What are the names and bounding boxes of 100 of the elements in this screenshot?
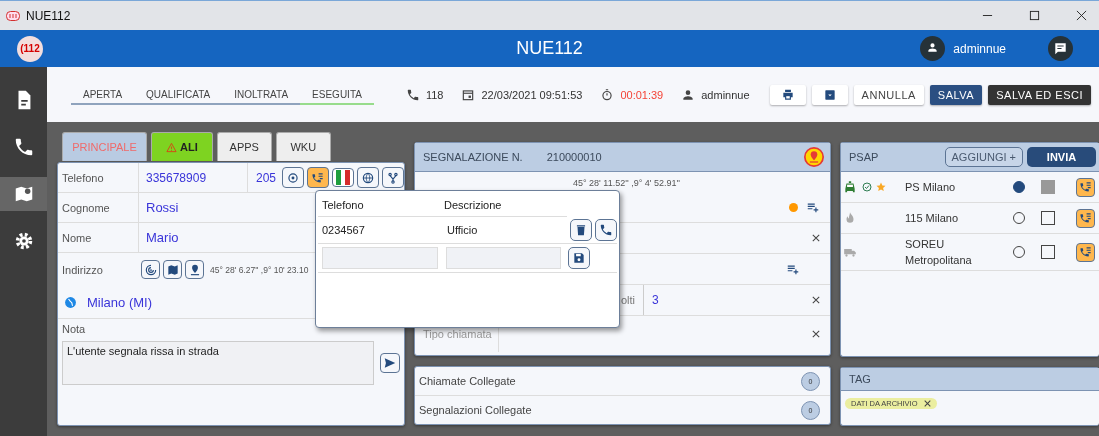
location-button[interactable] [282,167,304,188]
app-title: NUE112 [516,38,583,59]
app-logo-icon [6,10,20,21]
add-list-icon[interactable] [786,262,800,276]
cancel-button[interactable]: ANNULLA [853,84,924,105]
psap-row[interactable]: PS Milano [841,172,1099,203]
map-button[interactable] [163,260,182,279]
globe-icon [64,295,77,309]
field-label: Telefono [62,163,139,192]
user-icon [681,87,696,102]
archive-button[interactable] [811,84,848,105]
phone-icon [405,87,420,102]
tab[interactable]: ALI [151,132,213,161]
status-dot-icon [789,202,798,212]
calendar-icon [461,87,476,102]
count-value: 3 [652,293,659,307]
call-number: 118 [425,88,444,101]
psap-row[interactable]: SOREU Metropolitana [841,234,1099,271]
globe-button[interactable] [357,167,379,188]
field-value: Rossi [145,200,179,215]
note-label: Nota [62,323,87,335]
archive-icon [822,87,837,102]
tab[interactable]: APPS [216,132,272,161]
status-step[interactable]: APERTA [71,84,135,105]
save-button[interactable]: SALVA [929,84,983,105]
field-value: Mario [145,230,179,245]
field-label: Nome [62,223,139,252]
checkbox[interactable] [1041,211,1055,225]
status-step[interactable]: ESEGUITA [300,84,374,105]
save-button[interactable] [568,247,590,269]
app-logo: (112 [17,35,43,62]
phone-list-button[interactable] [1076,208,1095,228]
tag-title: TAG [849,373,871,385]
linked-label: Chiamate Collegate [419,375,516,387]
tab[interactable]: WKU [275,132,331,161]
phone-list-icon [311,170,325,185]
user-avatar-icon[interactable] [920,36,946,61]
report-title: SEGNALAZIONE N. [423,151,523,163]
warning-icon [166,141,177,153]
phone-list-icon [1078,211,1093,225]
close-icon[interactable] [1076,10,1087,21]
call-timer: 00:01:39 [620,88,664,101]
radio-button[interactable] [1013,181,1025,193]
status-step[interactable]: QUALIFICATA [134,84,223,105]
psap-name: SOREU Metropolitana [905,237,973,268]
delete-button[interactable] [570,219,592,241]
checkbox[interactable] [1041,245,1055,259]
table-cell-text: 0234567 [322,224,366,236]
note-field[interactable]: L'utente segnala rissa in strada [62,341,374,385]
extension-value: 205 [246,163,276,192]
clear-icon[interactable] [812,330,820,338]
coordinates-text: 45° 28' 11.52'' ,9° 4' 52.91'' [573,178,680,188]
chat-icon[interactable] [1048,36,1073,61]
fork-button[interactable] [382,167,404,188]
phone-value: 335678909 [145,170,207,185]
clear-icon[interactable] [812,296,820,304]
location-pin-icon[interactable] [804,147,824,167]
phone-list-button[interactable] [1076,242,1095,262]
psap-title: PSAP [849,151,879,163]
description-input-field[interactable] [446,247,561,269]
field-label: Cognome [62,193,139,222]
add-button[interactable]: AGGIUNGI + [944,147,1023,167]
print-icon [780,87,795,102]
checkbox[interactable] [1041,180,1055,194]
phone-list-button[interactable] [1076,177,1095,197]
phone-list-icon [1078,180,1093,194]
call-button[interactable] [595,219,617,241]
phone-list-button[interactable] [307,167,329,188]
pin-button[interactable] [185,260,204,279]
send-button[interactable] [380,353,400,373]
radar-icon [143,262,158,277]
city-link[interactable]: Milano (MI) [83,294,152,310]
target-icon [286,170,300,185]
column-header: Telefono [322,198,365,211]
maximize-icon[interactable] [1029,10,1040,21]
sidebar-item[interactable] [0,177,47,211]
phone-input-field[interactable] [322,247,438,269]
clear-icon[interactable] [812,234,820,242]
status-step[interactable]: INOLTRATA [222,84,301,105]
send-button[interactable]: INVIA [1027,147,1096,167]
print-button[interactable] [769,84,806,105]
radar-button[interactable] [141,260,160,279]
phone-list-icon [1078,245,1093,259]
add-list-icon[interactable] [806,200,820,214]
field-label: Indirizzo [62,262,104,278]
table-cell-text: Ufficio [447,224,479,236]
send-icon [383,356,397,370]
car-icon [843,180,857,194]
trash-icon [574,223,588,237]
psap-row[interactable]: 115 Milano [841,203,1099,234]
linked-label: Segnalazioni Collegate [419,404,532,416]
call-datetime: 22/03/2021 09:51:53 [481,88,583,101]
map-icon [165,262,180,277]
italy-flag-icon[interactable] [332,168,354,187]
column-header: Descrizione [444,198,503,211]
save-exit-button[interactable]: SALVA ED ESCI [988,84,1091,105]
phone-icon [599,223,613,237]
operator-name: adminnue [701,88,750,101]
user-name: adminnue [953,41,1006,56]
remove-icon[interactable] [923,400,931,407]
